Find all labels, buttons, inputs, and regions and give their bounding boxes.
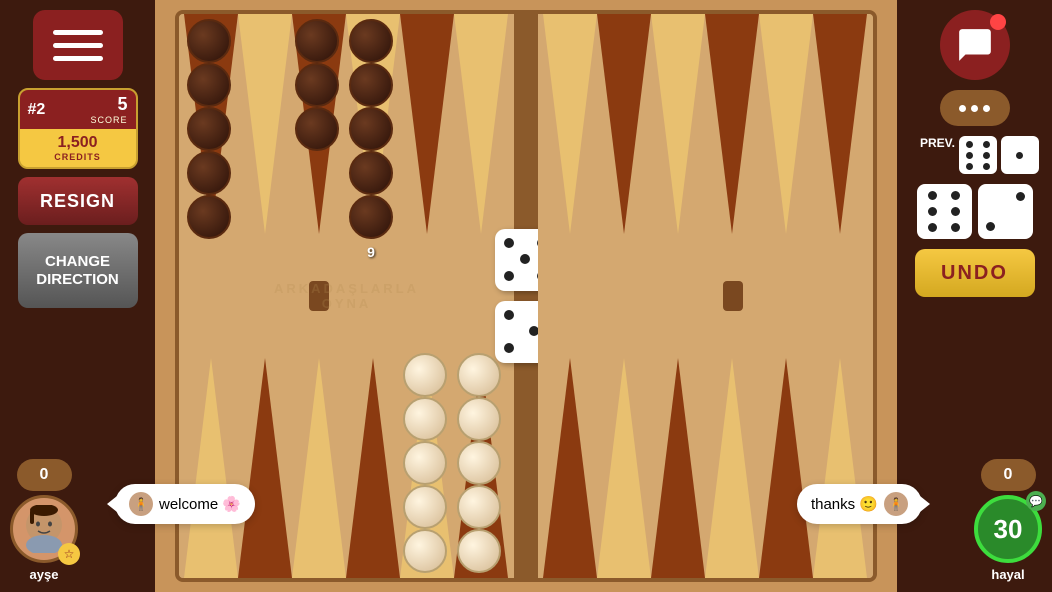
menu-button[interactable] (33, 10, 123, 80)
board-container: 9 ARKADAŞLARLAOYNA (155, 0, 897, 592)
prev-die-2 (1001, 136, 1039, 174)
avatar-face-icon (24, 505, 64, 553)
chat-bubble-left: 🧍 welcome 🌸 (115, 484, 255, 524)
dots-menu-button[interactable] (940, 90, 1010, 126)
checker-light (403, 441, 447, 485)
checker-dark (295, 63, 339, 107)
checker-dark (349, 195, 393, 239)
checker-dark (187, 63, 231, 107)
checker-dark (187, 19, 231, 63)
chat-bubble-right: thanks 🙂 🧍 (797, 484, 922, 524)
checker-light (457, 397, 501, 441)
dot-icon (971, 105, 978, 112)
player-left-star: ☆ (58, 543, 80, 565)
chat-right-mini-avatar: 🧍 (884, 492, 908, 516)
chat-left-message: welcome 🌸 (159, 495, 241, 513)
score-box: #2 5 SCORE 1,500 CREDITS (18, 88, 138, 169)
checker-light (457, 485, 501, 529)
chat-button[interactable] (940, 10, 1010, 80)
checker-light (457, 441, 501, 485)
current-die-1 (917, 184, 972, 239)
chat-icon (956, 26, 994, 64)
current-dice-display (917, 184, 1033, 239)
game-board[interactable]: 9 ARKADAŞLARLAOYNA (175, 10, 877, 582)
checker-dark (349, 107, 393, 151)
board-watermark: ARKADAŞLARLAOYNA (274, 281, 419, 311)
current-die-2 (978, 184, 1033, 239)
player-left: 0 ☆ ayşe (10, 459, 78, 582)
checker-light (403, 529, 447, 573)
board-divider (514, 14, 538, 578)
prev-die-1 (959, 136, 997, 174)
credits-value: 1,500 (57, 134, 97, 151)
rank-badge: #2 (28, 101, 46, 119)
player-right-name: hayal (991, 567, 1024, 582)
score-value: 5 (117, 94, 127, 115)
checker-light (457, 529, 501, 573)
undo-button[interactable]: UNDO (915, 249, 1035, 297)
undo-label: UNDO (941, 262, 1008, 285)
checker-dark (349, 19, 393, 63)
checker-dark (295, 107, 339, 151)
credits-label: CREDITS (25, 152, 131, 162)
dot-icon (959, 105, 966, 112)
checker-dark (295, 19, 339, 63)
change-direction-label: CHANGE DIRECTION (23, 253, 133, 289)
checker-dark (187, 151, 231, 195)
timer-value: 30 (994, 514, 1023, 545)
checker-dark (187, 195, 231, 239)
checker-light (403, 397, 447, 441)
checker-dark (349, 151, 393, 195)
notification-dot (990, 14, 1006, 30)
change-direction-button[interactable]: CHANGE DIRECTION (18, 233, 138, 308)
player-right-score: 0 (981, 459, 1036, 491)
chat-left-mini-avatar: 🧍 (129, 492, 153, 516)
player-left-avatar-wrap: ☆ (10, 495, 78, 563)
player-right-timer-wrap: 30 💬 (974, 495, 1042, 563)
checker-light (403, 353, 447, 397)
player-left-score: 0 (17, 459, 72, 491)
stack-number: 9 (349, 244, 393, 260)
checker-light (403, 485, 447, 529)
checker-dark (349, 63, 393, 107)
chat-right-message: thanks 🙂 (811, 495, 878, 513)
score-label: SCORE (90, 115, 127, 125)
player-right-chat-icon[interactable]: 💬 (1026, 491, 1046, 511)
player-left-name: ayşe (30, 567, 59, 582)
resign-label: RESIGN (40, 191, 115, 212)
prev-label: PREV. (920, 136, 955, 150)
checker-dark (187, 107, 231, 151)
dot-icon (983, 105, 990, 112)
player-right: 0 30 💬 hayal (974, 459, 1042, 582)
resign-button[interactable]: RESIGN (18, 177, 138, 225)
